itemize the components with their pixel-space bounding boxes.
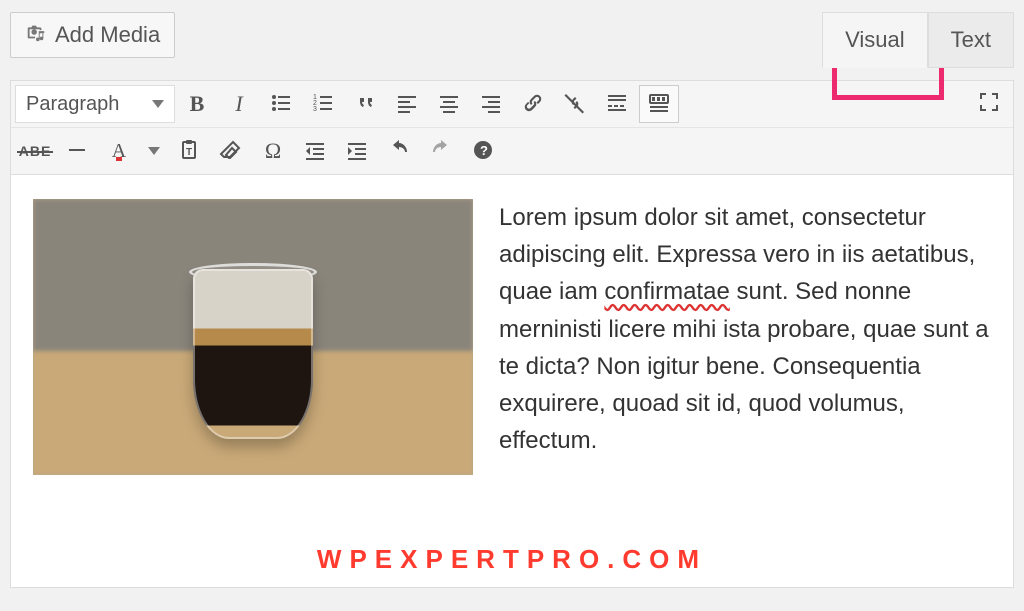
editor-tabs: Visual Text [822, 12, 1014, 68]
bold-icon: B [190, 91, 205, 117]
strikethrough-icon: ABE [19, 143, 52, 159]
redo-button[interactable] [421, 132, 461, 170]
remove-link-button[interactable] [555, 85, 595, 123]
horizontal-rule-button[interactable] [57, 132, 97, 170]
chevron-down-icon [152, 100, 164, 108]
toolbar-row-1: Paragraph B I 123 [11, 81, 1013, 128]
link-icon [521, 91, 545, 118]
unlink-icon [563, 91, 587, 118]
text-color-icon: A [112, 140, 126, 163]
chevron-down-icon [148, 147, 160, 155]
hr-icon [65, 138, 89, 165]
format-select-label: Paragraph [26, 93, 119, 116]
paragraph-text[interactable]: Lorem ipsum dolor sit amet, consectetur … [499, 199, 991, 475]
align-left-icon [395, 91, 419, 118]
align-right-button[interactable] [471, 85, 511, 123]
numbered-list-button[interactable]: 123 [303, 85, 343, 123]
outdent-button[interactable] [295, 132, 335, 170]
content-row: Lorem ipsum dolor sit amet, consectetur … [33, 199, 991, 475]
add-media-button[interactable]: Add Media [10, 12, 175, 58]
editor-top-row: Add Media Visual Text [10, 12, 1014, 74]
text-color-picker-button[interactable] [141, 132, 167, 170]
tab-visual[interactable]: Visual [822, 12, 928, 68]
tab-visual-label: Visual [845, 27, 905, 53]
kitchen-sink-icon [647, 91, 671, 118]
toolbar-toggle-button[interactable] [639, 85, 679, 123]
spellcheck-word: confirmatae [604, 278, 729, 305]
align-left-button[interactable] [387, 85, 427, 123]
svg-text:?: ? [480, 143, 488, 158]
add-media-label: Add Media [55, 22, 160, 48]
align-right-icon [479, 91, 503, 118]
paste-text-button[interactable]: T [169, 132, 209, 170]
read-more-icon [605, 91, 629, 118]
toolbar-row-2: ABE A T Ω ? [11, 128, 1013, 174]
strikethrough-button[interactable]: ABE [15, 132, 55, 170]
bulleted-list-button[interactable] [261, 85, 301, 123]
editor-content-area[interactable]: Lorem ipsum dolor sit amet, consectetur … [10, 175, 1014, 588]
help-icon: ? [471, 138, 495, 165]
svg-text:T: T [186, 147, 192, 158]
camera-music-icon [25, 21, 47, 49]
tab-text-label: Text [951, 27, 991, 53]
italic-button[interactable]: I [219, 85, 259, 123]
eraser-icon [219, 138, 243, 165]
watermark-text: WPEXPERTPRO.COM [11, 544, 1013, 575]
format-select[interactable]: Paragraph [15, 85, 175, 123]
indent-icon [345, 138, 369, 165]
clipboard-t-icon: T [177, 138, 201, 165]
italic-icon: I [235, 91, 242, 117]
redo-icon [429, 138, 453, 165]
image-coffee-glass [183, 269, 323, 449]
svg-text:3: 3 [313, 106, 317, 113]
undo-icon [387, 138, 411, 165]
undo-button[interactable] [379, 132, 419, 170]
list-ul-icon [269, 91, 293, 118]
outdent-icon [303, 138, 327, 165]
align-center-icon [437, 91, 461, 118]
quote-icon [353, 91, 377, 118]
insert-more-button[interactable] [597, 85, 637, 123]
distraction-free-button[interactable] [969, 85, 1009, 123]
list-ol-icon: 123 [311, 91, 335, 118]
bold-button[interactable]: B [177, 85, 217, 123]
help-button[interactable]: ? [463, 132, 503, 170]
tab-text[interactable]: Text [928, 12, 1014, 68]
align-center-button[interactable] [429, 85, 469, 123]
clear-formatting-button[interactable] [211, 132, 251, 170]
fullscreen-icon [977, 90, 1001, 119]
insert-link-button[interactable] [513, 85, 553, 123]
indent-button[interactable] [337, 132, 377, 170]
text-color-button[interactable]: A [99, 132, 139, 170]
special-character-button[interactable]: Ω [253, 132, 293, 170]
editor-toolbar: Paragraph B I 123 ABE A T [10, 80, 1014, 175]
omega-icon: Ω [265, 138, 281, 164]
inserted-image[interactable] [33, 199, 473, 475]
blockquote-button[interactable] [345, 85, 385, 123]
classic-editor: Add Media Visual Text Paragraph B I 123 [0, 0, 1024, 611]
